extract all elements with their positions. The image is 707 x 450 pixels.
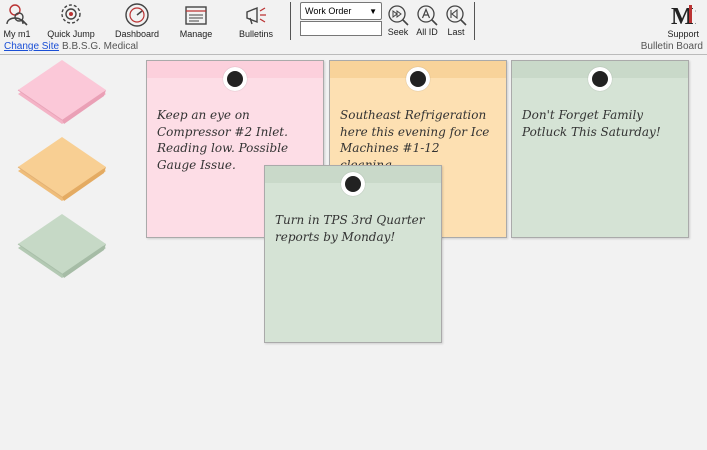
change-site-link[interactable]: Change Site	[4, 41, 59, 52]
note-text: Turn in TPS 3rd Quarter reports by Monda…	[275, 213, 425, 244]
pin-icon	[341, 172, 365, 196]
all-id-label: All ID	[416, 27, 438, 37]
all-id-button[interactable]: All ID	[416, 4, 438, 37]
search-input[interactable]	[300, 21, 382, 36]
manage-button[interactable]: Manage	[178, 2, 214, 40]
bulletin-note[interactable]: Turn in TPS 3rd Quarter reports by Monda…	[264, 165, 442, 343]
search-type-select[interactable]: Work Order ▼	[300, 2, 382, 20]
quick-jump-button[interactable]: Quick Jump	[46, 2, 96, 40]
all-id-icon	[417, 5, 438, 26]
bulletins-button[interactable]: Bulletins	[238, 2, 274, 40]
orange-sticky-pad-icon	[17, 137, 106, 201]
chevron-down-icon: ▼	[369, 6, 377, 16]
bulletin-note[interactable]: Don't Forget Family Potluck This Saturda…	[511, 60, 689, 238]
pin-icon	[406, 67, 430, 91]
quick-jump-label: Quick Jump	[47, 29, 95, 39]
site-name: B.B.S.G. Medical	[62, 41, 139, 52]
toolbar-divider	[290, 2, 291, 40]
support-button[interactable]: M1 Support	[667, 2, 699, 39]
logo-text: M1	[671, 4, 696, 28]
pin-icon	[223, 67, 247, 91]
seek-button[interactable]: Seek	[387, 4, 409, 37]
note-text: Southeast Refrigeration here this evenin…	[340, 108, 490, 172]
green-note-pad[interactable]	[14, 214, 110, 282]
gauge-icon	[125, 3, 149, 27]
pink-sticky-pad-icon	[17, 60, 106, 124]
pin-icon	[588, 67, 612, 91]
seek-icon	[388, 5, 409, 26]
my-m1-label: My m1	[3, 29, 31, 39]
orange-note-pad[interactable]	[14, 137, 110, 205]
site-bar: Change Site B.B.S.G. Medical Bulletin Bo…	[0, 41, 707, 55]
m1-logo-icon: M1	[671, 4, 696, 28]
green-sticky-pad-icon	[17, 214, 106, 278]
note-text: Don't Forget Family Potluck This Saturda…	[522, 108, 661, 139]
gear-icon	[61, 4, 81, 24]
search-type-value: Work Order	[305, 6, 352, 16]
seek-label: Seek	[387, 27, 409, 37]
last-button[interactable]: Last	[445, 4, 467, 37]
megaphone-icon	[246, 6, 266, 25]
pink-note-pad[interactable]	[14, 60, 110, 128]
bulletins-label: Bulletins	[238, 29, 274, 39]
manage-label: Manage	[179, 29, 213, 39]
toolbar-divider	[474, 2, 475, 40]
support-label: Support	[667, 29, 699, 39]
page-title: Bulletin Board	[640, 41, 703, 52]
monitor-icon	[185, 6, 207, 25]
top-toolbar: My m1 Quick Jump Dashboard Manage Bullet…	[0, 0, 707, 41]
last-icon	[446, 5, 467, 26]
my-m1-button[interactable]: My m1	[3, 2, 31, 40]
note-text: Keep an eye on Compressor #2 Inlet. Read…	[157, 108, 289, 172]
dashboard-label: Dashboard	[114, 29, 160, 39]
dashboard-button[interactable]: Dashboard	[113, 2, 161, 40]
user-magnifier-icon	[6, 4, 28, 26]
last-label: Last	[447, 27, 465, 37]
